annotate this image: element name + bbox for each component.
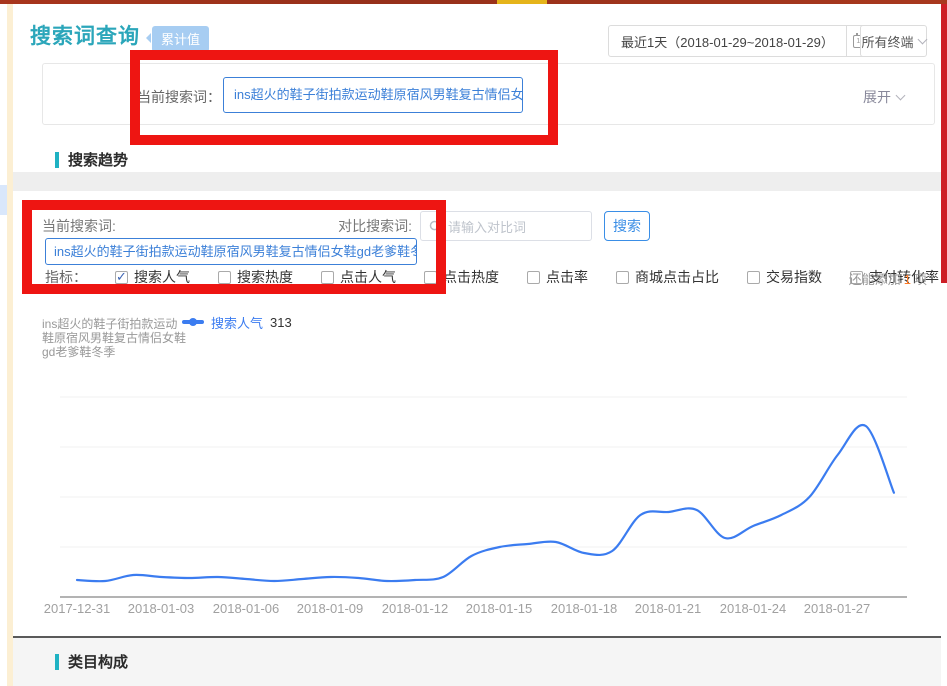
metric-transaction-index[interactable]: 交易指数 xyxy=(747,267,822,287)
legend-keyword-text: ins超火的鞋子街拍款运动 鞋原宿风男鞋复古情侣女鞋 gd老爹鞋冬季 xyxy=(42,317,186,359)
legend-keyword-line: 鞋原宿风男鞋复古情侣女鞋 xyxy=(42,331,186,345)
metric-search-popularity[interactable]: 搜索人气 xyxy=(115,267,190,287)
current-search-term-panel: 当前搜索词： ins超火的鞋子街拍款运动鞋原宿风男鞋复古情侣女鞋gd老爹鞋冬季 … xyxy=(42,63,935,125)
left-edge-blue-patch xyxy=(0,185,7,215)
section-divider-band xyxy=(13,172,941,191)
add-more-prefix: 还能添加 xyxy=(849,272,901,287)
legend-keyword-line: ins超火的鞋子街拍款运动 xyxy=(42,317,186,331)
compare-term-input[interactable]: 请输入对比词 xyxy=(420,211,592,241)
add-more-suffix: 项 xyxy=(914,272,927,287)
current-search-term-label: 当前搜索词： xyxy=(101,87,221,107)
date-range-text: 最近1天（2018-01-29~2018-01-29） xyxy=(609,32,846,51)
page-title: 搜索词查询 xyxy=(30,20,140,50)
cumulative-value-badge: 累计值 xyxy=(152,26,209,52)
x-axis-tick-label: 2018-01-21 xyxy=(623,601,713,616)
terminal-select-label: 所有终端 xyxy=(861,32,913,51)
metric-click-rate[interactable]: 点击率 xyxy=(527,267,588,287)
search-button[interactable]: 搜索 xyxy=(604,211,650,241)
terminal-select[interactable]: 所有终端 xyxy=(860,25,927,57)
browser-top-bar xyxy=(0,0,947,4)
chevron-down-icon xyxy=(896,90,906,100)
checkbox-icon[interactable] xyxy=(616,271,629,284)
trend-section-title: 搜索趋势 xyxy=(55,149,128,170)
metric-label: 搜索人气 xyxy=(134,267,190,287)
search-term-input[interactable]: ins超火的鞋子街拍款运动鞋原宿风男鞋复古情侣女鞋gd老爹鞋冬季 xyxy=(223,77,523,113)
section-marker-bar xyxy=(55,654,59,670)
trend-search-term-input[interactable]: ins超火的鞋子街拍款运动鞋原宿风男鞋复古情侣女鞋gd老爹鞋冬季 xyxy=(45,238,417,265)
expand-label: 展开 xyxy=(863,87,891,107)
checkbox-icon[interactable] xyxy=(424,271,437,284)
x-axis-tick-label: 2018-01-09 xyxy=(285,601,375,616)
checkbox-icon[interactable] xyxy=(321,271,334,284)
checkbox-icon[interactable] xyxy=(218,271,231,284)
metric-click-popularity[interactable]: 点击人气 xyxy=(321,267,396,287)
legend-series-value: 313 xyxy=(270,315,292,330)
x-axis-tick-label: 2018-01-27 xyxy=(792,601,882,616)
metric-label: 点击人气 xyxy=(340,267,396,287)
legend-series-name: 搜索人气 xyxy=(211,313,263,332)
trend-section-title-text: 搜索趋势 xyxy=(68,149,128,170)
metric-label: 交易指数 xyxy=(766,267,822,287)
search-popularity-line xyxy=(77,425,894,581)
x-axis-tick-label: 2018-01-24 xyxy=(708,601,798,616)
legend-keyword-line: gd老爹鞋冬季 xyxy=(42,345,186,359)
x-axis-tick-label: 2018-01-03 xyxy=(116,601,206,616)
section-marker-bar xyxy=(55,152,59,168)
category-section-title-text: 类目构成 xyxy=(68,651,128,672)
line-series-marker-icon xyxy=(182,320,204,324)
metrics-label: 指标： xyxy=(45,267,87,287)
metric-label: 点击率 xyxy=(546,267,588,287)
checkbox-icon[interactable] xyxy=(527,271,540,284)
category-composition-section: 类目构成 xyxy=(13,638,941,686)
metric-label: 商城点击占比 xyxy=(635,267,719,287)
metric-click-heat[interactable]: 点击热度 xyxy=(424,267,499,287)
metric-label: 点击热度 xyxy=(443,267,499,287)
expand-button[interactable]: 展开 xyxy=(863,87,904,107)
x-axis-tick-label: 2018-01-12 xyxy=(370,601,460,616)
search-icon xyxy=(429,220,442,233)
metrics-checkbox-row: 指标： 搜索人气 搜索热度 点击人气 点击热度 点击率 商城点击占比 交易指数 xyxy=(45,267,939,287)
right-edge-red-strip xyxy=(941,4,947,283)
compare-input-placeholder: 请输入对比词 xyxy=(448,217,526,236)
add-more-hint: 还能添加1项 xyxy=(849,269,927,288)
chevron-down-icon xyxy=(917,34,927,44)
metric-search-heat[interactable]: 搜索热度 xyxy=(218,267,293,287)
x-axis-tick-label: 2018-01-15 xyxy=(454,601,544,616)
checkbox-checked-icon[interactable] xyxy=(115,271,128,284)
x-axis-tick-label: 2018-01-06 xyxy=(201,601,291,616)
trend-line-chart[interactable] xyxy=(0,380,947,620)
category-section-title: 类目构成 xyxy=(55,651,128,672)
add-more-count: 1 xyxy=(901,272,914,287)
browser-top-bar-highlight xyxy=(497,0,547,4)
metric-mall-click-ratio[interactable]: 商城点击占比 xyxy=(616,267,719,287)
search-term-query-page: 搜索词查询 累计值 最近1天（2018-01-29~2018-01-29） 15… xyxy=(0,0,947,686)
legend-item-search-popularity[interactable]: 搜索人气 313 xyxy=(182,314,292,330)
metric-label: 搜索热度 xyxy=(237,267,293,287)
chart-gridlines xyxy=(60,397,907,547)
checkbox-icon[interactable] xyxy=(747,271,760,284)
x-axis-tick-label: 2018-01-18 xyxy=(539,601,629,616)
x-axis-tick-label: 2017-12-31 xyxy=(32,601,122,616)
date-range-picker[interactable]: 最近1天（2018-01-29~2018-01-29） 15 xyxy=(608,25,875,57)
trend-current-term-label: 当前搜索词: xyxy=(42,216,116,236)
compare-term-label: 对比搜索词: xyxy=(302,216,412,236)
